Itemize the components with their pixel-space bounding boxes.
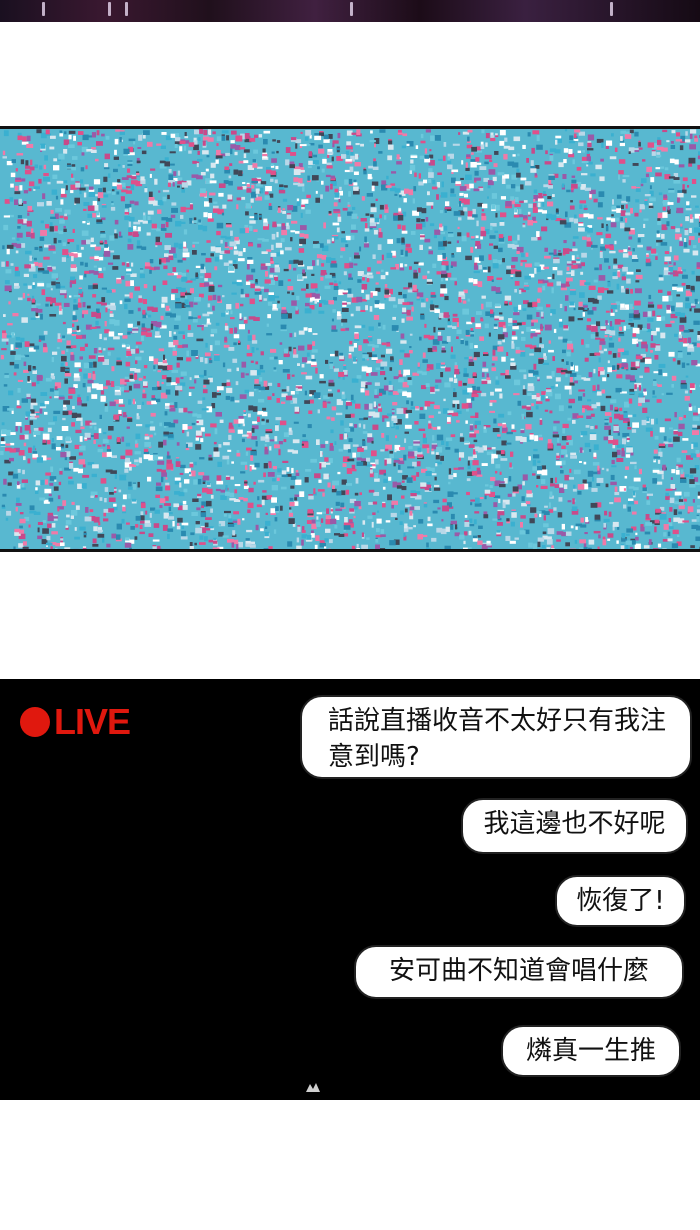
live-badge: LIVE [20,701,131,743]
spark-mark [108,2,111,16]
chat-bubble: 話說直播收音不太好只有我注意到嗎? [300,695,692,779]
tv-static-panel [0,126,700,552]
spark-mark [610,2,613,16]
static-noise-image [0,129,700,549]
top-image-strip [0,0,700,22]
chat-bubble: 燐真一生推 [501,1025,681,1077]
spark-mark [350,2,353,16]
spark-mark [42,2,45,16]
livestream-screen: LIVE 話說直播收音不太好只有我注意到嗎? 我這邊也不好呢 恢復了! 安可曲不… [0,679,700,1100]
chat-bubble: 恢復了! [555,875,686,927]
chat-bubble: 安可曲不知道會唱什麼 [354,945,684,999]
small-figure-mark [306,1083,320,1092]
live-label: LIVE [54,701,131,742]
spark-mark [125,2,128,16]
live-dot-icon [20,707,50,737]
chat-bubble: 我這邊也不好呢 [461,798,688,854]
